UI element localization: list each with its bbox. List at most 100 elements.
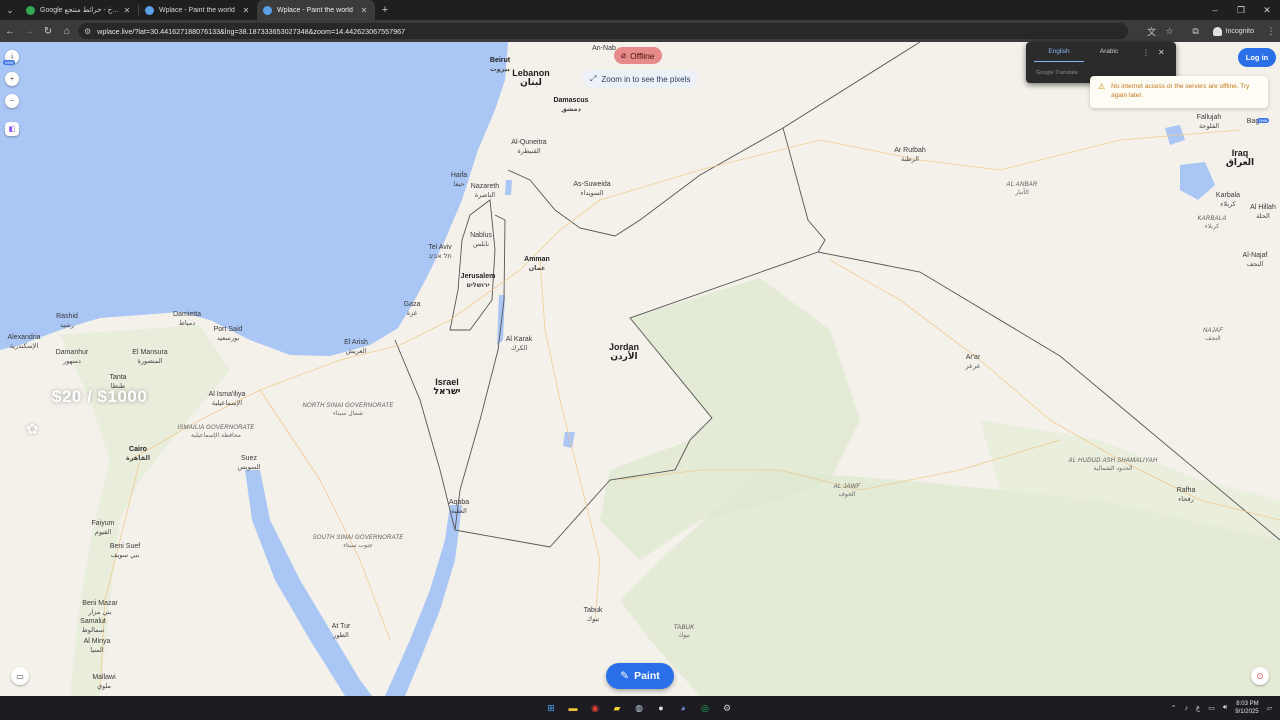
label-suwayda: As-Suweida السويداء [573, 181, 611, 197]
locate-button[interactable]: ⊙ [1251, 667, 1269, 685]
tab-title: Wplace - Paint the world [277, 6, 353, 14]
star-icon[interactable]: ☆ [1161, 22, 1179, 40]
label-ismailia-governorate: ISMAILIA GOVERNORATE محافظة الإسماعيلية [177, 425, 255, 439]
back-icon[interactable]: ← [1, 22, 19, 40]
label-amman: Amman عمان [524, 256, 550, 272]
wifi-off-icon: ⌀ [621, 50, 627, 60]
system-tray: ⌃ ♪ ع ▭ 🔊︎ 8:03 PM 9/1/2025 ▱ [1171, 696, 1272, 720]
reload-icon[interactable]: ↻ [39, 22, 57, 40]
menu-icon[interactable]: ⋮ [1262, 22, 1280, 40]
new-tab-button[interactable]: + [375, 0, 395, 20]
label-karbala: Karbala كربلاء [1215, 192, 1241, 208]
close-icon[interactable]: ✕ [1158, 48, 1165, 57]
new-badge: new [3, 60, 16, 65]
close-window-icon[interactable]: ✕ [1254, 0, 1280, 20]
label-north-sinai: NORTH SINAI GOVERNORATE شمال سيناء [302, 403, 394, 417]
label-an-nab: An-Nab [592, 45, 616, 52]
login-button[interactable]: Log in [1238, 48, 1276, 67]
sea-of-galilee [505, 180, 512, 195]
label-nazareth: Nazareth الناصرة [470, 183, 500, 199]
map-base [0, 42, 1280, 696]
close-icon[interactable]: ✕ [359, 6, 369, 15]
label-el-mansura: El Mansura المنصورة [132, 349, 168, 365]
lang-tab-english[interactable]: English [1034, 42, 1084, 62]
mediterranean-sea [0, 42, 508, 356]
info-button[interactable]: i new [3, 50, 19, 65]
mic-icon[interactable]: ♪ [1185, 705, 1189, 712]
spotify-icon[interactable]: ◎ [696, 699, 714, 717]
label-iraq: Iraq العراق [1225, 148, 1255, 168]
label-lebanon: Lebanon لبنان [512, 68, 550, 88]
label-damascus: Damascus دمشق [553, 97, 589, 113]
label-samalut: Samalut سمالوط [80, 618, 106, 634]
lang-tab-arabic[interactable]: Arabic [1084, 42, 1134, 62]
file-explorer-icon[interactable]: ▬ [564, 699, 582, 717]
label-nablus: Nablus نابلس [470, 232, 492, 248]
flower-icon[interactable]: ✿ [26, 420, 43, 438]
steam-icon[interactable]: ◍ [630, 699, 648, 717]
twitch-icon[interactable]: ◧ [5, 122, 19, 136]
time: 8:03 PM [1236, 701, 1259, 707]
obs-icon[interactable]: ● [652, 699, 670, 717]
notifications-icon[interactable]: ▱ [1267, 704, 1272, 712]
label-al-minya: Al Minya المنيا [83, 638, 111, 654]
settings-icon[interactable]: ⚙ [718, 699, 736, 717]
forward-icon[interactable]: → [20, 22, 38, 40]
minimize-icon[interactable]: – [1202, 0, 1228, 20]
windows-start-icon[interactable]: ⊞ [542, 699, 560, 717]
label-rafha: Rafha رفحاء [1176, 487, 1196, 503]
zoom-in-button[interactable]: + [5, 72, 19, 86]
incognito-label: Incognito [1225, 27, 1254, 35]
sticky-notes-icon[interactable]: ▰ [608, 699, 626, 717]
tab-wplace-1[interactable]: Wplace - Paint the world ✕ [139, 0, 257, 20]
zoom-hint-label: Zoom in to see the pixels [601, 74, 691, 84]
map-canvas[interactable]: Lebanon لبنان Beirut بيروت An-Nab Damascus… [0, 42, 1280, 696]
more-options-icon[interactable]: ⋮ [1142, 48, 1150, 57]
lake-razazza [1180, 162, 1215, 200]
google-translate-brand: Google Translate [1036, 70, 1078, 76]
tab-title: Wplace - Paint the world [159, 6, 235, 14]
translate-icon[interactable]: 文 [1143, 22, 1161, 40]
close-icon[interactable]: ✕ [122, 6, 132, 15]
layers-button[interactable]: ▭ [11, 667, 29, 685]
brush-icon: ✎ [620, 670, 630, 682]
label-damietta: Damietta دمياط [172, 311, 202, 327]
extensions-icon[interactable]: ⧉ [1187, 22, 1205, 40]
label-fallujah: Fallujah الفلوجة [1196, 114, 1222, 130]
label-karbala-region: KARBALA كربلاء [1197, 216, 1227, 230]
chevron-up-icon[interactable]: ⌃ [1171, 704, 1177, 712]
label-faiyum: Faiyum الفيوم [91, 520, 115, 536]
maps-pin-icon [26, 5, 35, 15]
volume-icon[interactable]: 🔊︎ [1223, 704, 1227, 712]
url-text[interactable]: wplace.live/?lat=30.441627188076133&lng=… [97, 27, 405, 36]
tab-google-maps[interactable]: Google ليلة كوخ - خرائط منتجع ✕ [20, 0, 138, 20]
maximize-icon[interactable]: ❐ [1228, 0, 1254, 20]
address-bar[interactable]: ⚙ wplace.live/?lat=30.441627188076133&ln… [78, 23, 1128, 39]
close-icon[interactable]: ✕ [241, 6, 251, 15]
label-beni-suef: Beni Suef بني سويف [109, 543, 141, 559]
network-icon[interactable]: ▭ [1208, 704, 1215, 712]
zoom-out-button[interactable]: − [5, 94, 19, 108]
label-suez: Suez السويس [237, 455, 261, 471]
label-al-karak: Al Karak الكرك [505, 336, 533, 352]
label-al-jawf: AL JAWF الجوف [833, 484, 861, 498]
home-icon[interactable]: ⌂ [58, 22, 76, 40]
label-tel-aviv: Tel Aviv תל אביב [428, 244, 452, 260]
tab-search-button[interactable]: ⌄ [0, 0, 20, 20]
clock[interactable]: 8:03 PM 9/1/2025 [1235, 700, 1258, 716]
tab-strip: ⌄ Google ليلة كوخ - خرائط منتجع ✕ Wplace… [0, 0, 1280, 20]
discord-icon[interactable]: ◕ [674, 699, 692, 717]
chrome-icon[interactable]: ◉ [586, 699, 604, 717]
tab-wplace-2[interactable]: Wplace - Paint the world ✕ [257, 0, 375, 20]
toolbar-right: 文 ☆ ⧉ Incognito ⋮ [1143, 20, 1280, 42]
label-najaf: NAJAF النجف [1202, 328, 1224, 342]
language-indicator[interactable]: ع [1196, 704, 1200, 712]
paint-button[interactable]: ✎ Paint [606, 663, 674, 689]
incognito-indicator[interactable]: Incognito [1205, 26, 1262, 36]
label-south-sinai: SOUTH SINAI GOVERNORATE جنوب سيناء [312, 535, 404, 549]
label-arar: Ar'ar عرعر [965, 354, 981, 370]
browser-toolbar: ← → ↻ ⌂ ⚙ wplace.live/?lat=30.4416271880… [0, 20, 1280, 42]
tab-title: Google ليلة كوخ - خرائط منتجع [40, 7, 122, 14]
site-info-icon[interactable]: ⚙ [84, 27, 91, 36]
price-text: $20 / $1000 [52, 387, 148, 406]
